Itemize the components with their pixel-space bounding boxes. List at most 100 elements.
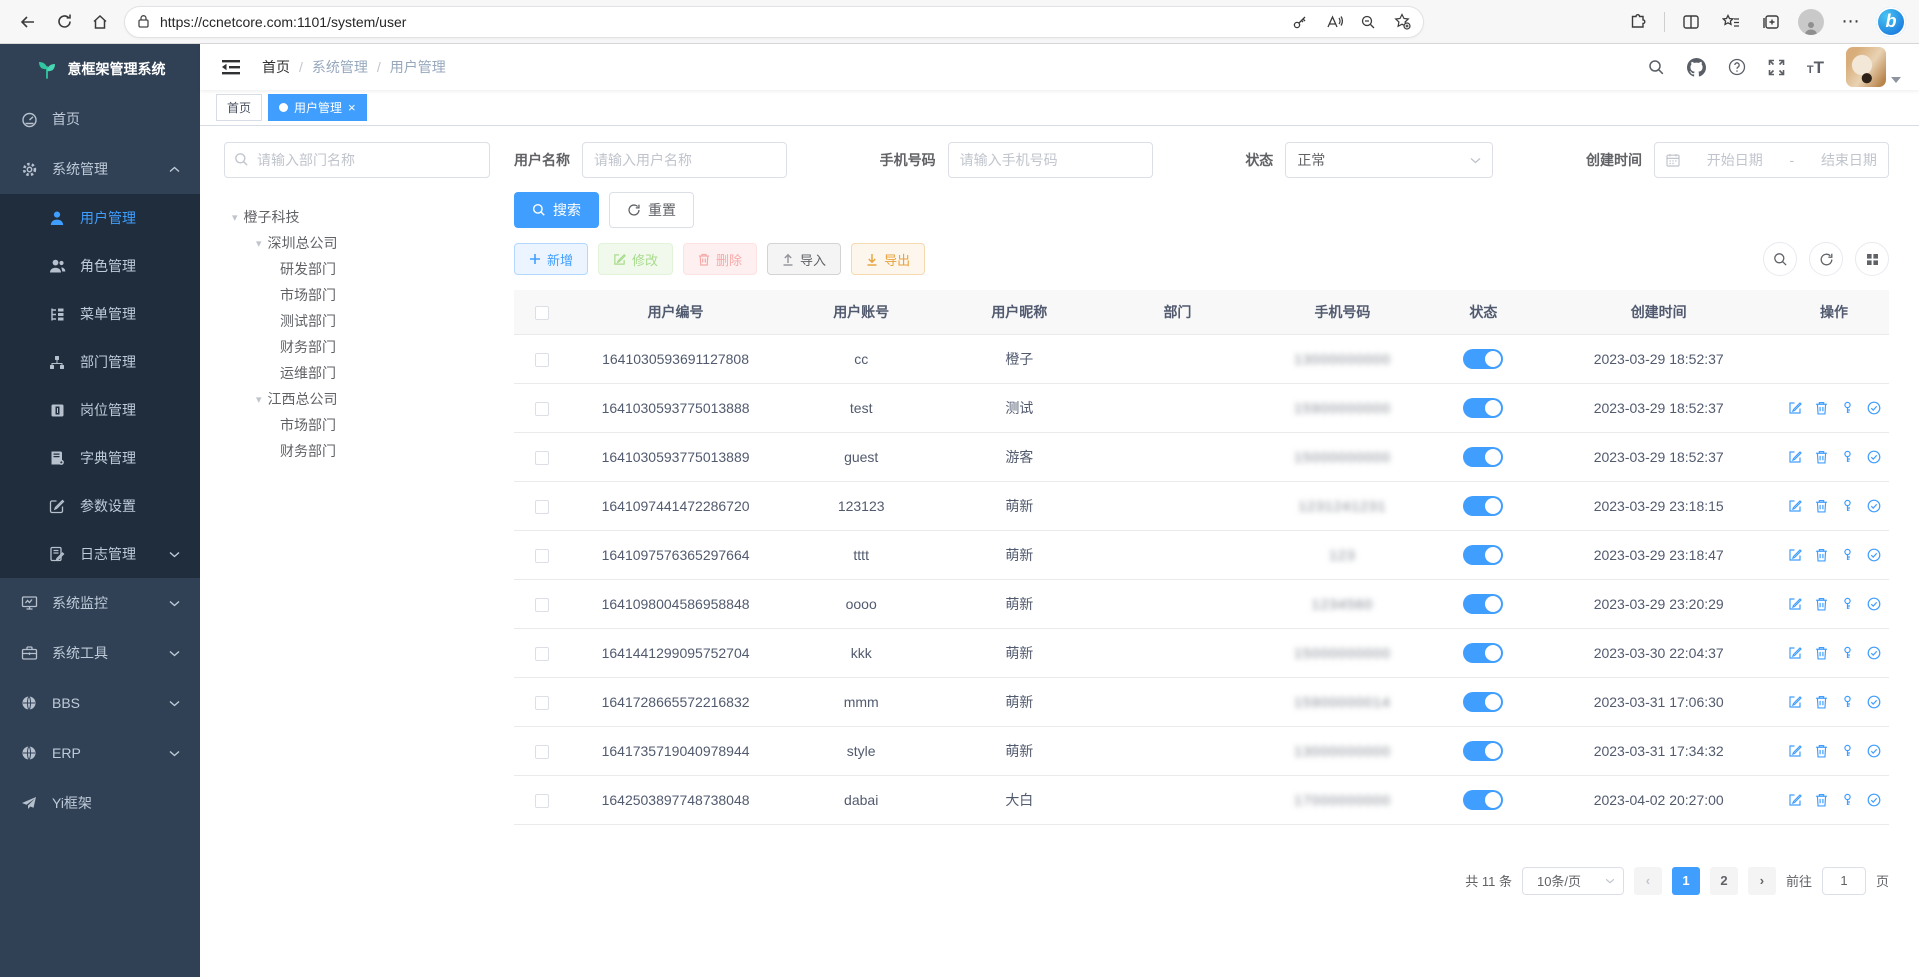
tree-node[interactable]: 研发部门 bbox=[224, 256, 490, 282]
row-delete-icon[interactable] bbox=[1815, 744, 1828, 758]
row-reset-password-icon[interactable] bbox=[1841, 744, 1854, 758]
row-edit-icon[interactable] bbox=[1788, 548, 1802, 562]
add-button[interactable]: 新增 bbox=[514, 243, 588, 275]
row-checkbox[interactable] bbox=[535, 794, 549, 808]
row-edit-icon[interactable] bbox=[1788, 793, 1802, 807]
row-checkbox[interactable] bbox=[535, 402, 549, 416]
extensions-icon[interactable] bbox=[1620, 5, 1656, 39]
status-select[interactable]: 正常 bbox=[1285, 142, 1493, 178]
row-reset-password-icon[interactable] bbox=[1841, 499, 1854, 513]
date-range-picker[interactable]: 开始日期 - 结束日期 bbox=[1654, 142, 1889, 178]
row-edit-icon[interactable] bbox=[1788, 646, 1802, 660]
favorites-list-icon[interactable] bbox=[1713, 5, 1749, 39]
collections-icon[interactable] bbox=[1753, 5, 1789, 39]
prev-page-button[interactable]: ‹ bbox=[1634, 867, 1662, 895]
row-assign-role-icon[interactable] bbox=[1867, 548, 1881, 562]
row-edit-icon[interactable] bbox=[1788, 450, 1802, 464]
select-all-checkbox[interactable] bbox=[535, 306, 549, 320]
bing-copilot-icon[interactable]: b bbox=[1873, 5, 1909, 39]
user-avatar[interactable] bbox=[1846, 47, 1886, 87]
github-icon[interactable] bbox=[1687, 58, 1706, 77]
row-assign-role-icon[interactable] bbox=[1867, 499, 1881, 513]
row-checkbox[interactable] bbox=[535, 647, 549, 661]
sidebar-item-dict-mgmt[interactable]: 字典管理 bbox=[0, 434, 200, 482]
user-menu[interactable] bbox=[1846, 47, 1901, 87]
row-delete-icon[interactable] bbox=[1815, 548, 1828, 562]
row-assign-role-icon[interactable] bbox=[1867, 646, 1881, 660]
tree-node[interactable]: 测试部门 bbox=[224, 308, 490, 334]
row-assign-role-icon[interactable] bbox=[1867, 793, 1881, 807]
row-edit-icon[interactable] bbox=[1788, 499, 1802, 513]
sidebar-item-menu-mgmt[interactable]: 菜单管理 bbox=[0, 290, 200, 338]
sidebar-item-yi-framework[interactable]: Yi框架 bbox=[0, 778, 200, 828]
row-delete-icon[interactable] bbox=[1815, 695, 1828, 709]
search-button[interactable]: 搜索 bbox=[514, 192, 599, 228]
sidebar-item-monitor[interactable]: 系统监控 bbox=[0, 578, 200, 628]
browser-back-button[interactable] bbox=[10, 5, 46, 39]
tab-home[interactable]: 首页 bbox=[216, 94, 262, 121]
tree-node[interactable]: 市场部门 bbox=[224, 412, 490, 438]
row-assign-role-icon[interactable] bbox=[1867, 695, 1881, 709]
dept-search-input[interactable] bbox=[224, 142, 490, 178]
tree-caret-icon[interactable]: ▾ bbox=[232, 211, 238, 224]
help-icon[interactable] bbox=[1728, 58, 1746, 76]
row-edit-icon[interactable] bbox=[1788, 744, 1802, 758]
row-checkbox[interactable] bbox=[535, 451, 549, 465]
row-checkbox[interactable] bbox=[535, 696, 549, 710]
browser-home-button[interactable] bbox=[82, 5, 118, 39]
status-toggle[interactable] bbox=[1463, 447, 1503, 467]
tree-caret-icon[interactable]: ▾ bbox=[256, 237, 262, 250]
goto-page-input[interactable] bbox=[1822, 867, 1866, 895]
row-checkbox[interactable] bbox=[535, 745, 549, 759]
tree-node[interactable]: ▾ 江西总公司 bbox=[224, 386, 490, 412]
breadcrumb-system[interactable]: 系统管理 bbox=[312, 57, 368, 77]
row-delete-icon[interactable] bbox=[1815, 793, 1828, 807]
row-assign-role-icon[interactable] bbox=[1867, 401, 1881, 415]
sidebar-item-param-settings[interactable]: 参数设置 bbox=[0, 482, 200, 530]
row-assign-role-icon[interactable] bbox=[1867, 597, 1881, 611]
row-reset-password-icon[interactable] bbox=[1841, 597, 1854, 611]
table-columns-button[interactable] bbox=[1855, 242, 1889, 276]
page-number-button[interactable]: 1 bbox=[1672, 867, 1700, 895]
row-delete-icon[interactable] bbox=[1815, 401, 1828, 415]
row-checkbox[interactable] bbox=[535, 598, 549, 612]
tree-caret-icon[interactable]: ▾ bbox=[256, 393, 262, 406]
favorite-star-icon[interactable] bbox=[1387, 5, 1417, 39]
breadcrumb-home[interactable]: 首页 bbox=[262, 57, 290, 77]
reset-button[interactable]: 重置 bbox=[609, 192, 694, 228]
lock-icon[interactable] bbox=[137, 14, 150, 29]
sidebar-item-erp[interactable]: ERP bbox=[0, 728, 200, 778]
row-assign-role-icon[interactable] bbox=[1867, 450, 1881, 464]
export-button[interactable]: 导出 bbox=[851, 243, 925, 275]
sidebar-item-bbs[interactable]: BBS bbox=[0, 678, 200, 728]
row-checkbox[interactable] bbox=[535, 549, 549, 563]
font-size-icon[interactable]: TT bbox=[1807, 59, 1824, 76]
tree-node[interactable]: ▾ 橙子科技 bbox=[224, 204, 490, 230]
sidebar-toggle-icon[interactable] bbox=[218, 54, 244, 80]
row-reset-password-icon[interactable] bbox=[1841, 401, 1854, 415]
row-reset-password-icon[interactable] bbox=[1841, 548, 1854, 562]
address-bar[interactable]: https://ccnetcore.com:1101/system/user bbox=[124, 6, 1424, 38]
sidebar-item-system[interactable]: 系统管理 bbox=[0, 144, 200, 194]
import-button[interactable]: 导入 bbox=[767, 243, 841, 275]
tab-close-icon[interactable]: × bbox=[348, 101, 356, 114]
tab-user-mgmt[interactable]: 用户管理 × bbox=[268, 94, 367, 121]
status-toggle[interactable] bbox=[1463, 545, 1503, 565]
tree-node[interactable]: ▾ 深圳总公司 bbox=[224, 230, 490, 256]
row-checkbox[interactable] bbox=[535, 353, 549, 367]
status-toggle[interactable] bbox=[1463, 496, 1503, 516]
row-delete-icon[interactable] bbox=[1815, 450, 1828, 464]
sidebar-item-home[interactable]: 首页 bbox=[0, 94, 200, 144]
zoom-out-icon[interactable] bbox=[1353, 5, 1383, 39]
row-delete-icon[interactable] bbox=[1815, 499, 1828, 513]
row-reset-password-icon[interactable] bbox=[1841, 695, 1854, 709]
status-toggle[interactable] bbox=[1463, 741, 1503, 761]
sidebar-item-post-mgmt[interactable]: 岗位管理 bbox=[0, 386, 200, 434]
row-checkbox[interactable] bbox=[535, 500, 549, 514]
sidebar-item-dept-mgmt[interactable]: 部门管理 bbox=[0, 338, 200, 386]
modify-button[interactable]: 修改 bbox=[598, 243, 673, 275]
fullscreen-icon[interactable] bbox=[1768, 59, 1785, 76]
tree-node[interactable]: 财务部门 bbox=[224, 438, 490, 464]
tree-node[interactable]: 运维部门 bbox=[224, 360, 490, 386]
password-key-icon[interactable] bbox=[1285, 5, 1315, 39]
